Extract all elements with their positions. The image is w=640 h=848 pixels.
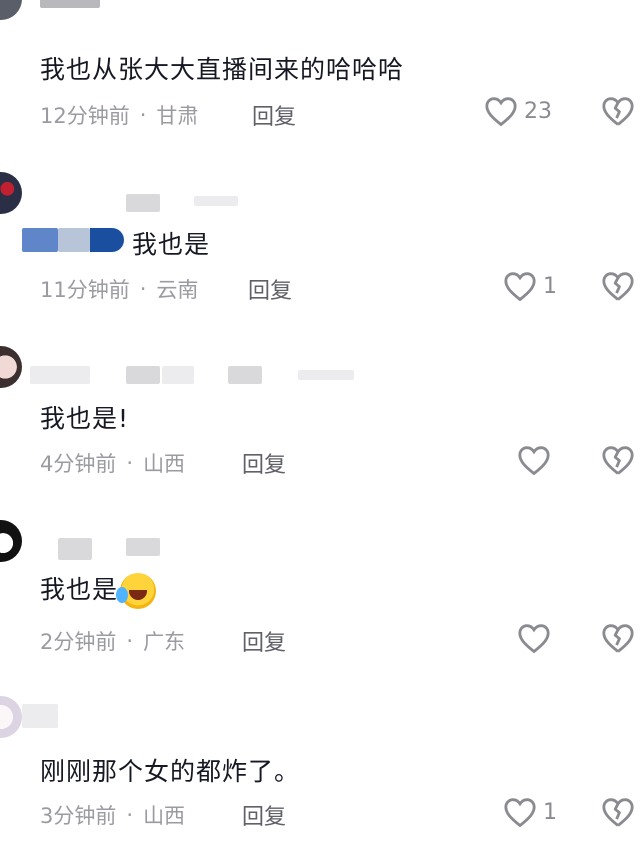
meta-separator: · [139,277,147,301]
comment-location: 广东 [143,630,186,654]
dislike-button[interactable] [601,270,635,302]
avatar[interactable] [0,0,22,20]
like-count: 1 [543,799,557,825]
like-count: 1 [543,273,557,299]
mention-redacted [58,228,90,252]
nickname-redacted[interactable] [40,0,100,8]
nickname-redacted [298,370,354,380]
nickname-redacted[interactable] [126,194,160,212]
nickname-redacted [126,366,160,384]
heart-outline-icon [517,444,551,476]
comment-text: 刚刚那个女的都炸了。 [40,757,301,786]
reply-button[interactable]: 回复 [248,273,292,305]
nickname-redacted[interactable] [22,704,58,728]
nickname-redacted[interactable] [58,538,92,560]
nickname-redacted [126,538,160,556]
meta-separator: · [139,103,147,127]
like-button[interactable] [517,444,557,476]
meta-separator: · [126,803,134,827]
nickname-redacted [162,366,194,384]
avatar[interactable] [0,520,22,562]
comment-text: 我也从张大大直播间来的哈哈哈 [40,55,405,84]
comment-meta: 3分钟前 · 山西 [40,800,185,830]
laughing-crying-emoji-icon [116,573,157,609]
heart-outline-icon [484,95,518,127]
comment-location: 山西 [143,452,186,476]
like-button[interactable]: 1 [503,270,557,302]
like-button[interactable] [517,622,557,654]
like-button[interactable]: 23 [484,95,552,127]
broken-heart-icon [601,796,635,828]
heart-outline-icon [517,622,551,654]
comment-meta: 12分钟前 · 甘肃 [40,100,198,130]
reply-button[interactable]: 回复 [252,99,296,131]
dislike-button[interactable] [601,444,635,476]
heart-outline-icon [503,270,537,302]
dislike-button[interactable] [601,796,635,828]
comment-text: 我也是! [40,404,130,433]
meta-separator: · [126,451,134,475]
comment-text-content: 我也是 [40,575,119,604]
nickname-redacted [194,196,238,206]
comment-location: 甘肃 [156,104,199,128]
avatar[interactable] [0,696,22,738]
comment-time: 12分钟前 [40,104,130,128]
nickname-redacted [228,366,262,384]
avatar[interactable] [0,172,22,214]
comment-meta: 11分钟前 · 云南 [40,274,198,304]
comment-meta: 4分钟前 · 山西 [40,448,185,478]
mention-redacted [90,228,124,252]
broken-heart-icon [601,622,635,654]
like-count: 23 [524,98,552,124]
broken-heart-icon [601,95,635,127]
comment-time: 3分钟前 [40,804,117,828]
comment-time: 4分钟前 [40,452,117,476]
comment-location: 山西 [143,804,186,828]
reply-button[interactable]: 回复 [242,447,286,479]
broken-heart-icon [601,270,635,302]
reply-button[interactable]: 回复 [242,625,286,657]
like-button[interactable]: 1 [503,796,557,828]
broken-heart-icon [601,444,635,476]
reply-button[interactable]: 回复 [242,799,286,831]
mention-redacted[interactable] [22,228,58,252]
comment-text: 我也是 [40,570,157,609]
heart-outline-icon [503,796,537,828]
avatar[interactable] [0,346,22,388]
comment-time: 11分钟前 [40,278,130,302]
comment-meta: 2分钟前 · 广东 [40,626,185,656]
comment-location: 云南 [156,278,199,302]
dislike-button[interactable] [601,622,635,654]
comment-time: 2分钟前 [40,630,117,654]
nickname-redacted[interactable] [30,366,90,384]
dislike-button[interactable] [601,95,635,127]
comment-text: 我也是 [132,230,211,259]
meta-separator: · [126,629,134,653]
